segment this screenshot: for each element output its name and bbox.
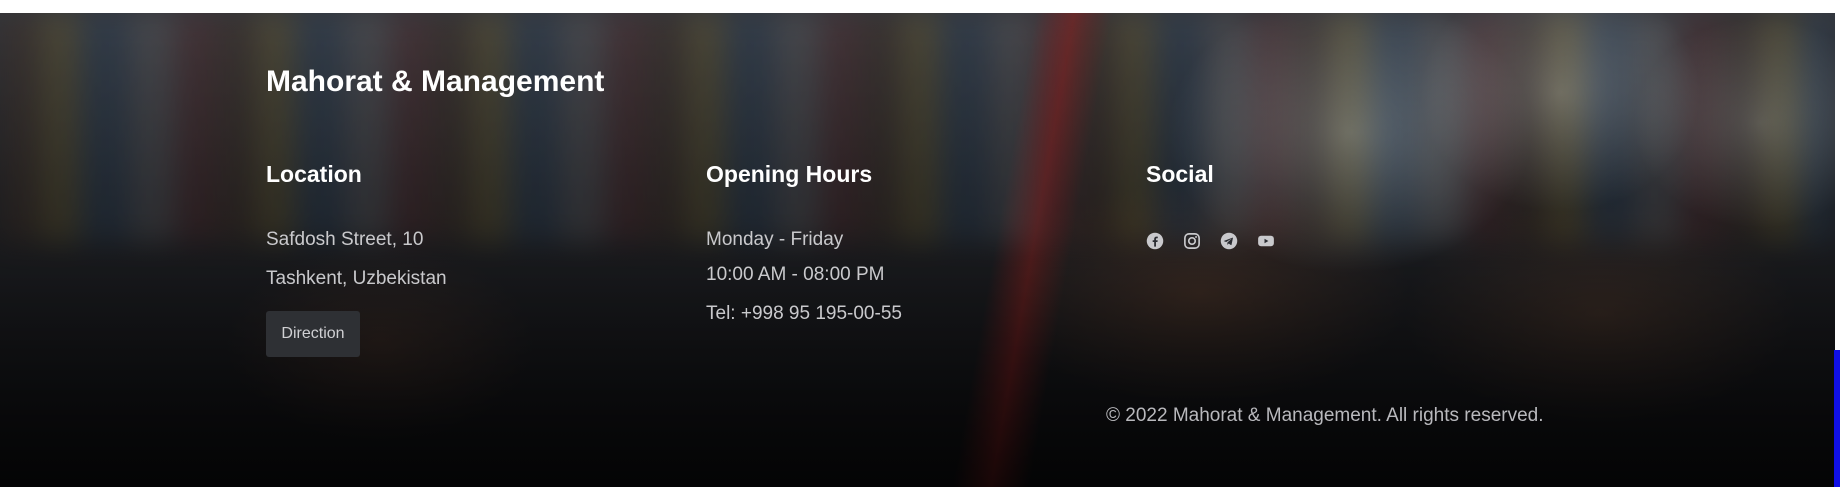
telegram-icon[interactable]	[1220, 232, 1238, 250]
opening-hours-column: Opening Hours Monday - Friday 10:00 AM -…	[706, 160, 902, 324]
facebook-icon[interactable]	[1146, 232, 1164, 250]
social-heading: Social	[1146, 161, 1214, 187]
copyright-text: © 2022 Mahorat & Management. All rights …	[1106, 405, 1544, 426]
social-links	[1146, 232, 1275, 250]
footer-content: Mahorat & Management Location Safdosh St…	[0, 13, 1835, 487]
youtube-icon[interactable]	[1257, 232, 1275, 250]
address-line-1: Safdosh Street, 10	[266, 229, 424, 250]
instagram-icon[interactable]	[1183, 232, 1201, 250]
phone-number[interactable]: Tel: +998 95 195-00-55	[706, 302, 902, 326]
opening-hours-heading: Opening Hours	[706, 161, 873, 187]
direction-button[interactable]: Direction	[266, 311, 360, 357]
address-line-2: Tashkent, Uzbekistan	[266, 268, 447, 289]
edge-scroll-tab[interactable]	[1834, 350, 1840, 487]
location-column: Location Safdosh Street, 10 Tashkent, Uz…	[266, 160, 447, 357]
hours-days: Monday - Friday	[706, 229, 844, 250]
footer-brand[interactable]: Mahorat & Management	[266, 65, 604, 99]
location-heading: Location	[266, 161, 362, 187]
social-column: Social	[1146, 160, 1274, 250]
hours-times: 10:00 AM - 08:00 PM	[706, 264, 885, 285]
site-footer: Mahorat & Management Location Safdosh St…	[0, 13, 1835, 487]
